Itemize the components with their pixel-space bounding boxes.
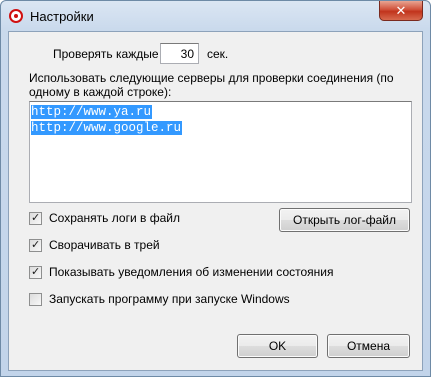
checkmark-icon: ✓ xyxy=(31,266,41,278)
minimize-tray-label: Сворачивать в трей xyxy=(49,238,160,252)
autostart-label: Запускать программу при запуске Windows xyxy=(49,292,290,306)
servers-label: Использовать следующие серверы для прове… xyxy=(29,71,394,99)
notifications-checkbox[interactable]: ✓ xyxy=(29,266,42,279)
checkmark-icon: ✓ xyxy=(31,239,41,251)
servers-textarea[interactable]: http://www.ya.ru http://www.google.ru xyxy=(29,101,412,203)
server-line: http://www.ya.ru xyxy=(31,105,153,119)
autostart-checkbox[interactable] xyxy=(29,293,42,306)
window-title: Настройки xyxy=(30,9,94,24)
interval-input[interactable] xyxy=(160,43,199,64)
app-icon xyxy=(9,9,23,23)
checkmark-icon: ✓ xyxy=(31,212,41,224)
title-bar[interactable]: Настройки ✕ xyxy=(1,1,430,31)
dialog-body: Проверять каждые сек. Использовать следу… xyxy=(8,31,423,371)
minimize-tray-checkbox[interactable]: ✓ xyxy=(29,239,42,252)
settings-window: Настройки ✕ Проверять каждые сек. Исполь… xyxy=(0,0,431,377)
close-button[interactable]: ✕ xyxy=(379,1,423,21)
cancel-button[interactable]: Отмена xyxy=(327,334,410,358)
open-log-button[interactable]: Открыть лог-файл xyxy=(279,208,410,232)
save-logs-label: Сохранять логи в файл xyxy=(49,211,180,225)
ok-button[interactable]: OK xyxy=(237,334,318,358)
server-line: http://www.google.ru xyxy=(31,121,183,135)
save-logs-checkbox[interactable]: ✓ xyxy=(29,212,42,225)
notifications-label: Показывать уведомления об изменении сост… xyxy=(49,265,334,279)
interval-unit-label: сек. xyxy=(207,47,229,61)
interval-label: Проверять каждые xyxy=(53,47,159,61)
